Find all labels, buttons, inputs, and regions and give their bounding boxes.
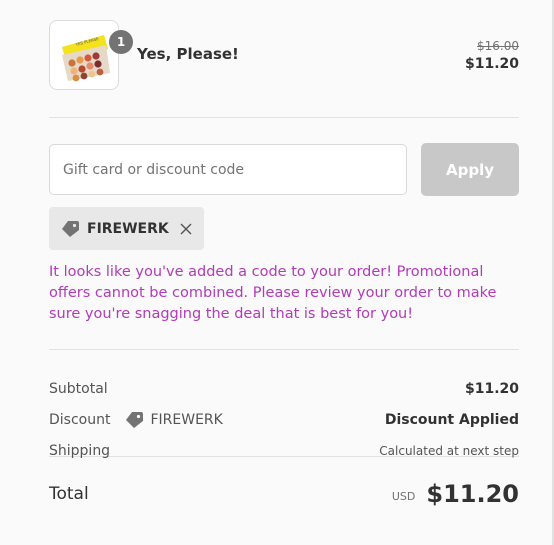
total-row: Total USD $11.20 (49, 480, 519, 508)
eyeshadow-palette-image: YES PLEASE (62, 35, 110, 82)
tag-icon (124, 411, 144, 429)
shipping-row: Shipping Calculated at next step (49, 435, 519, 466)
shipping-label: Shipping (49, 442, 111, 459)
subtotal-value: $11.20 (464, 380, 519, 397)
total-label: Total (49, 484, 89, 504)
product-line-item: YES PLEASE 1 Yes, Please! $16.00 $11.20 (49, 0, 519, 117)
currency-code: USD (391, 489, 416, 503)
tag-icon (60, 220, 80, 238)
cost-summary: Subtotal $11.20 Discount FIREWERK Discou… (49, 350, 519, 459)
discount-code-label: FIREWERK (150, 411, 223, 428)
product-thumbnail: YES PLEASE 1 (49, 20, 133, 90)
shipping-value: Calculated at next step (379, 443, 519, 458)
applied-discount-chip: FIREWERK (49, 207, 204, 250)
discount-form: Apply (49, 118, 519, 207)
applied-code-label: FIREWERK (87, 220, 169, 237)
discount-label-group: Discount FIREWERK (49, 411, 223, 429)
subtotal-row: Subtotal $11.20 (49, 373, 519, 404)
product-price: $16.00 $11.20 (465, 38, 519, 74)
quantity-badge: 1 (109, 30, 133, 54)
order-summary: YES PLEASE 1 Yes, Please! $16.00 $11.20 (49, 0, 519, 508)
discount-label: Discount (49, 411, 111, 428)
discount-row: Discount FIREWERK Discount Applied (49, 404, 519, 435)
promo-warning-message: It looks like you've added a code to you… (49, 264, 497, 322)
subtotal-label: Subtotal (49, 380, 108, 397)
apply-button[interactable]: Apply (421, 143, 519, 196)
total-price: USD $11.20 (392, 480, 519, 508)
sale-price: $11.20 (464, 56, 519, 72)
discount-code-input[interactable] (49, 144, 407, 195)
discount-value: Discount Applied (384, 411, 519, 428)
original-price: $16.00 (477, 39, 519, 53)
discount-code-tag: FIREWERK (124, 411, 223, 429)
total-amount: $11.20 (426, 480, 519, 508)
close-icon[interactable] (180, 223, 192, 235)
product-name: Yes, Please! (137, 45, 239, 63)
